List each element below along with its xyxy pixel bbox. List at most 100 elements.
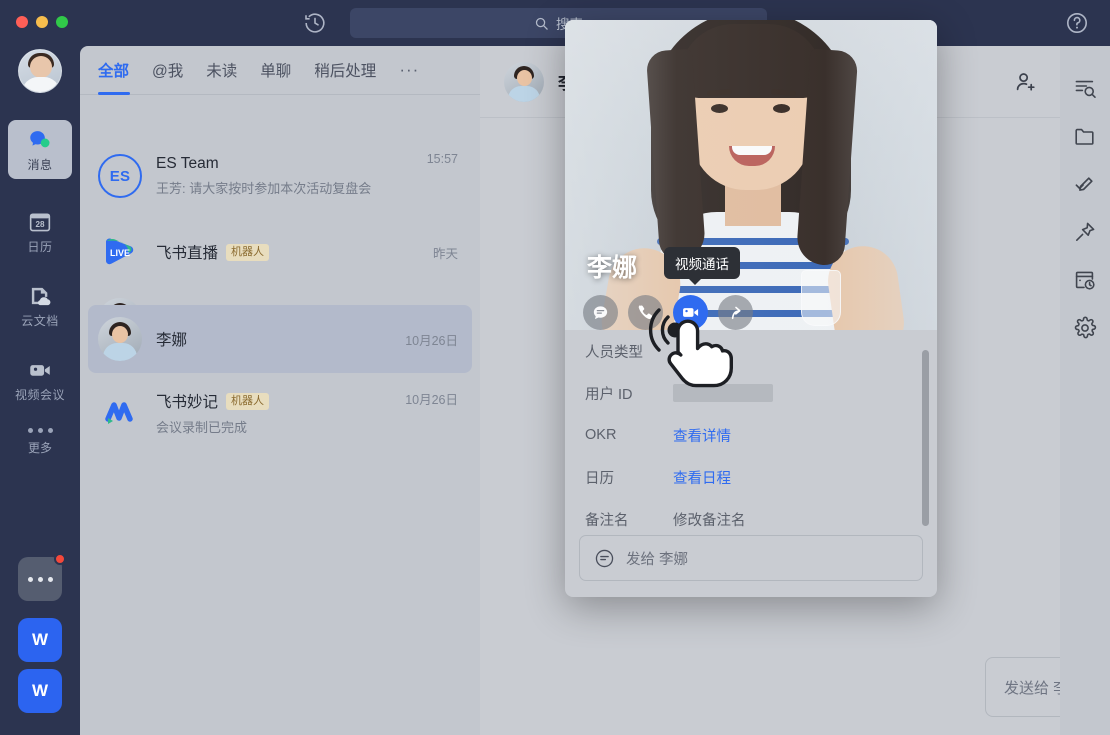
chat-item-time: 10月26日: [405, 333, 458, 348]
field-value-redacted: [673, 384, 773, 402]
view-schedule-link[interactable]: 查看日程: [673, 467, 731, 488]
avatar: ES: [98, 154, 142, 198]
app-tile-label: W: [31, 681, 49, 700]
chat-item-title-row: 飞书妙记 机器人: [156, 390, 397, 412]
tab-all[interactable]: 全部: [98, 59, 129, 81]
task-check-pencil-icon[interactable]: [1073, 172, 1097, 196]
svg-text:LIVE: LIVE: [110, 248, 130, 258]
search-in-chat-icon[interactable]: [1073, 76, 1097, 100]
sidebar-item-more[interactable]: 更多: [8, 428, 72, 456]
history-clock-icon[interactable]: [303, 11, 327, 35]
tab-unread[interactable]: 未读: [206, 59, 237, 81]
tab-direct[interactable]: 单聊: [260, 59, 291, 81]
avatar-body: [508, 85, 540, 102]
avatar: LIVE: [98, 230, 142, 274]
field-label: OKR: [585, 427, 617, 443]
avatar-body: [103, 343, 137, 361]
chat-item-title-row: 李娜: [156, 328, 397, 350]
user-avatar[interactable]: [18, 49, 62, 93]
sidebar-item-label: 云文档: [21, 314, 59, 328]
bot-tag-badge: 机器人: [226, 243, 270, 261]
chat-item-name: ES Team: [156, 155, 219, 172]
profile-send-message-input[interactable]: 发给 李娜: [579, 535, 923, 581]
unread-badge-dot: [54, 553, 66, 565]
profile-field-user-id: 用户 ID: [565, 372, 937, 414]
help-question-icon[interactable]: [1065, 11, 1089, 35]
phone-icon: [638, 305, 653, 320]
chat-item-body: 飞书直播 机器人: [156, 241, 425, 263]
reminder-clock-icon[interactable]: [1073, 268, 1097, 292]
app-tile-w-1[interactable]: W: [18, 618, 62, 662]
chat-item-name: 飞书直播: [156, 245, 219, 262]
sidebar-item-cloud-docs[interactable]: 云文档: [8, 276, 72, 335]
chat-list-item-feishu-live[interactable]: LIVE 飞书直播 机器人 昨天: [88, 218, 472, 286]
share-contact-action-button[interactable]: [718, 295, 753, 330]
app-tile-w-2[interactable]: W: [18, 669, 62, 713]
avatar-body: [22, 77, 60, 92]
chat-item-time: 10月26日: [405, 393, 458, 407]
tab-mentions[interactable]: @我: [152, 59, 183, 81]
cloud-docs-icon: [27, 283, 53, 309]
live-logo-icon: LIVE: [106, 238, 134, 265]
field-label: 用户 ID: [585, 386, 633, 403]
sidebar-item-calendar[interactable]: 28 日历: [8, 202, 72, 261]
chat-item-time: 15:57: [426, 152, 458, 166]
chat-item-preview: 会议录制已完成: [156, 420, 248, 435]
window-controls[interactable]: [16, 16, 68, 28]
chat-item-title-row: ES Team: [156, 155, 419, 173]
close-window-button[interactable]: [16, 16, 28, 28]
sidebar-item-label: 视频会议: [14, 388, 65, 402]
edit-alias-link[interactable]: 修改备注名: [673, 509, 746, 530]
sidebar-item-messages[interactable]: 消息: [8, 120, 72, 179]
chat-list-panel: 全部 @我 未读 单聊 稍后处理 ··· ES ES Team 王芳: 请大家按…: [80, 46, 480, 735]
tab-more-overflow[interactable]: ···: [399, 60, 419, 80]
profile-field-okr: OKR 查看详情: [565, 414, 937, 456]
field-label: 人员类型: [585, 344, 643, 361]
chat-item-name: 飞书妙记: [156, 394, 219, 411]
folder-icon[interactable]: [1073, 124, 1097, 148]
contact-profile-card: 李娜 视频通话 人员类型 用户 ID OKR 查看详情 日历 查看日程 备注名 …: [565, 20, 937, 597]
profile-field-list: 人员类型 用户 ID OKR 查看详情 日历 查看日程 备注名 修改备注名: [565, 330, 937, 530]
maximize-window-button[interactable]: [56, 16, 68, 28]
sidebar-item-label: 更多: [27, 441, 52, 455]
add-person-icon[interactable]: [1014, 70, 1038, 94]
minimize-window-button[interactable]: [36, 16, 48, 28]
view-okr-detail-link[interactable]: 查看详情: [673, 425, 731, 446]
chat-list-item-feishu-minutes[interactable]: 飞书妙记 机器人 会议录制已完成 10月26日: [88, 379, 472, 447]
video-call-action-button[interactable]: 视频通话: [664, 247, 740, 330]
tab-later[interactable]: 稍后处理: [314, 59, 376, 81]
avatar: [98, 317, 142, 361]
avatar: [98, 391, 142, 435]
message-action-button[interactable]: [583, 295, 618, 330]
profile-field-alias: 备注名 修改备注名: [565, 498, 937, 530]
more-apps-icon: [27, 576, 53, 582]
sidebar-item-video-meeting[interactable]: 视频会议: [8, 350, 72, 409]
sidebar-item-label: 日历: [27, 240, 53, 254]
chat-item-time: 昨天: [432, 246, 458, 261]
settings-gear-icon[interactable]: [1073, 316, 1097, 340]
profile-field-person-type: 人员类型: [565, 330, 937, 372]
pin-icon[interactable]: [1073, 220, 1097, 244]
chat-item-body: 飞书妙记 机器人 会议录制已完成: [156, 390, 397, 436]
field-label: 备注名: [585, 512, 629, 529]
more-apps-tile[interactable]: [18, 553, 66, 601]
chat-list-item-lina[interactable]: 李娜 10月26日: [88, 305, 472, 373]
avatar-face: [30, 56, 52, 78]
left-navigation-rail: 消息 28 日历 云文档 视频会议 更多 W W: [0, 0, 80, 735]
bot-tag-badge: 机器人: [226, 392, 270, 410]
conversation-avatar[interactable]: [504, 61, 544, 102]
profile-card-scrollbar[interactable]: [922, 350, 929, 526]
app-window: 搜索 消息: [0, 0, 1110, 735]
voice-call-action-button[interactable]: [628, 295, 663, 330]
share-arrow-icon: [731, 306, 741, 320]
chat-item-title-row: 飞书直播 机器人: [156, 241, 425, 263]
right-tools-rail: [1060, 46, 1110, 735]
search-icon: [534, 16, 549, 31]
chat-item-body: ES Team 王芳: 请大家按时参加本次活动复盘会: [156, 155, 419, 197]
video-meeting-icon: [27, 357, 53, 383]
more-dots-icon: [27, 428, 53, 433]
chat-bubble-icon: [593, 306, 608, 320]
avatar-face: [517, 69, 532, 86]
chat-list-item-es-team[interactable]: ES ES Team 王芳: 请大家按时参加本次活动复盘会 15:57: [88, 142, 472, 210]
field-label: 日历: [585, 470, 614, 487]
